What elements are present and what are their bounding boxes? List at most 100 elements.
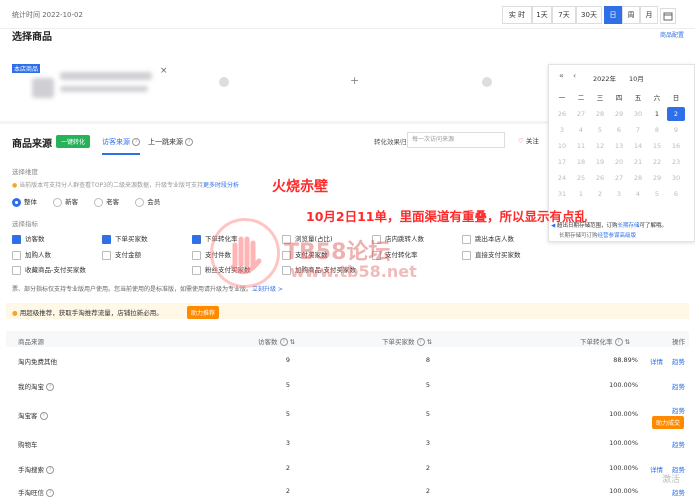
calendar-day[interactable]: 13 <box>610 139 628 153</box>
calendar-day[interactable]: 12 <box>591 139 609 153</box>
calendar-day[interactable]: 26 <box>591 171 609 185</box>
calendar-day[interactable]: 6 <box>667 187 685 201</box>
calendar-day[interactable]: 9 <box>667 123 685 137</box>
calendar-day[interactable]: 30 <box>667 171 685 185</box>
calendar-day[interactable]: 30 <box>629 107 647 121</box>
attribution-select[interactable]: 每一次访问来源 <box>407 132 505 148</box>
col-rate[interactable]: 下单转化率? ⇅ <box>580 336 630 346</box>
follow-button[interactable]: ♡ 关注 <box>518 135 539 145</box>
calendar-day[interactable]: 14 <box>629 139 647 153</box>
row-visitors: 3 <box>285 439 290 447</box>
add-product-icon[interactable]: + <box>350 74 359 87</box>
note-overlay: 10月2日11单，里面渠道有重叠，所以显示有点乱 <box>306 209 587 224</box>
calendar-day[interactable]: 19 <box>591 155 609 169</box>
metric-visitors[interactable]: 访客数 <box>12 233 45 244</box>
prev-month-icon[interactable]: ‹ <box>573 71 576 80</box>
metric-label: 选择指标 <box>12 220 38 228</box>
calendar-day[interactable]: 29 <box>610 107 628 121</box>
upgrade-link[interactable]: 立刻升级 > <box>252 286 283 293</box>
calendar-day[interactable]: 3 <box>610 187 628 201</box>
tab-visitor-source[interactable]: 访客来源? <box>102 137 140 155</box>
calendar-day[interactable]: 29 <box>648 171 666 185</box>
calendar-day[interactable]: 7 <box>629 123 647 137</box>
trend-link[interactable]: 趋势 <box>672 405 685 415</box>
calendar-day[interactable]: 25 <box>572 171 590 185</box>
metric-cart-adds[interactable]: 加购人数 <box>12 249 51 260</box>
calendar-day[interactable]: 6 <box>610 123 628 137</box>
calendar-day[interactable]: 15 <box>648 139 666 153</box>
calendar-day[interactable]: 22 <box>648 155 666 169</box>
range-month-button[interactable]: 月 <box>640 6 658 24</box>
boost-deal-button[interactable]: 助力成交 <box>652 416 685 429</box>
trend-link[interactable]: 趋势 <box>672 487 685 497</box>
detail-link[interactable]: 详情 <box>650 356 663 366</box>
calendar-day[interactable]: 26 <box>553 107 571 121</box>
range-day-button[interactable]: 日 <box>604 6 622 24</box>
analysis-link[interactable]: 更多时段分析 <box>203 182 239 189</box>
long-storage-link[interactable]: 长期存储 <box>618 223 640 229</box>
dimension-all[interactable]: 整体 <box>12 197 37 207</box>
calendar-day[interactable]: 2 <box>591 187 609 201</box>
advanced-link[interactable]: 经营参谋高级版 <box>598 233 637 239</box>
calendar-day[interactable]: 20 <box>610 155 628 169</box>
calendar-day[interactable]: 10 <box>553 139 571 153</box>
calendar-day[interactable]: 28 <box>591 107 609 121</box>
calendar-day[interactable]: 5 <box>648 187 666 201</box>
tab-last-jump-source[interactable]: 上一跳来源? <box>148 137 193 147</box>
dimension-old[interactable]: 老客 <box>94 197 119 207</box>
metric-order-buyers[interactable]: 下单买家数 <box>102 233 148 244</box>
calendar-day[interactable]: 4 <box>572 123 590 137</box>
metric-fav-pay[interactable]: 收藏商品-支付买家数 <box>12 264 86 275</box>
stat-time: 统计时间 2022-10-02 <box>12 11 83 19</box>
col-visitors[interactable]: 访客数? ⇅ <box>258 336 295 346</box>
calendar-day[interactable]: 3 <box>553 123 571 137</box>
calendar-icon[interactable] <box>660 8 676 24</box>
range-1day-button[interactable]: 1天 <box>532 6 552 24</box>
calendar-day[interactable]: 4 <box>629 187 647 201</box>
one-click-convert-tag[interactable]: 一键转化 <box>56 135 91 148</box>
range-7day-button[interactable]: 7天 <box>552 6 576 24</box>
row-source: 购物车 <box>18 441 38 449</box>
calendar-day[interactable]: 2 <box>667 107 685 121</box>
metric-pay-amount[interactable]: 支付金额 <box>102 249 141 260</box>
calendar-day[interactable]: 17 <box>553 155 571 169</box>
promo-icon: ● <box>12 309 18 317</box>
calendar-day[interactable]: 1 <box>648 107 666 121</box>
calendar-day[interactable]: 8 <box>648 123 666 137</box>
trend-link[interactable]: 趋势 <box>672 381 685 391</box>
calendar-day[interactable]: 28 <box>629 171 647 185</box>
storage-notice-2: 长期存储可订购经营参谋高级版 <box>559 233 637 239</box>
calendar-day[interactable]: 16 <box>667 139 685 153</box>
calendar-day[interactable]: 21 <box>629 155 647 169</box>
calendar-day[interactable]: 23 <box>667 155 685 169</box>
col-buyers[interactable]: 下单买家数? ⇅ <box>382 336 432 346</box>
prev-year-icon[interactable]: « <box>559 71 564 80</box>
weekday-label: 六 <box>653 94 661 102</box>
dimension-member[interactable]: 会员 <box>135 197 160 207</box>
trend-link[interactable]: 趋势 <box>672 439 685 449</box>
metric-bounce[interactable]: 跳出本店人数 <box>462 233 514 244</box>
close-icon[interactable]: × <box>160 66 168 76</box>
trend-link[interactable]: 趋势 <box>672 356 685 366</box>
calendar-day[interactable]: 24 <box>553 171 571 185</box>
heart-icon: ♡ <box>518 137 524 145</box>
range-week-button[interactable]: 周 <box>622 6 640 24</box>
metric-direct-pay[interactable]: 直接支付买家数 <box>462 249 521 260</box>
col-source: 商品来源 <box>18 338 44 346</box>
calendar-day[interactable]: 1 <box>572 187 590 201</box>
calendar-day[interactable]: 11 <box>572 139 590 153</box>
calendar-year[interactable]: 2022年 <box>593 73 616 83</box>
row-source: 淘宝客? <box>18 410 48 420</box>
product-config-link[interactable]: 商品配置 <box>660 30 684 39</box>
calendar-day[interactable]: 27 <box>572 107 590 121</box>
calendar-month[interactable]: 10月 <box>629 73 644 83</box>
range-realtime-button[interactable]: 实 时 <box>502 6 532 24</box>
calendar-day[interactable]: 27 <box>610 171 628 185</box>
calendar-day[interactable]: 18 <box>572 155 590 169</box>
own-product-label: 本店商品 <box>12 64 41 73</box>
calendar-day[interactable]: 31 <box>553 187 571 201</box>
promo-button[interactable]: 助力推荐 <box>187 306 220 319</box>
calendar-day[interactable]: 5 <box>591 123 609 137</box>
dimension-new[interactable]: 新客 <box>53 197 78 207</box>
range-30day-button[interactable]: 30天 <box>576 6 602 24</box>
